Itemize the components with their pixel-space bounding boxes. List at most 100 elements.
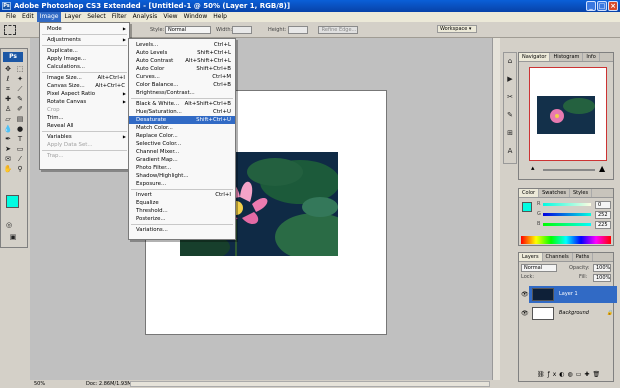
menu-item-variations[interactable]: Variations... [129, 226, 235, 234]
tab-styles[interactable]: Styles [570, 189, 593, 197]
history-brush-icon[interactable]: ✐ [15, 105, 25, 114]
eraser-tool-icon[interactable]: ▱ [3, 115, 13, 124]
zoom-level[interactable]: 50% [34, 380, 45, 388]
tab-histogram[interactable]: Histogram [550, 53, 584, 61]
menu-item-rotate-canvas[interactable]: Rotate Canvas ▶ [40, 98, 129, 106]
opacity-field[interactable]: 100% [593, 264, 611, 272]
menu-item-black-white[interactable]: Black & White... Alt+Shift+Ctrl+B [129, 100, 235, 108]
b-value[interactable]: 225 [595, 221, 611, 229]
menu-item-replace-color[interactable]: Replace Color... [129, 132, 235, 140]
clone-stamp-icon[interactable]: ♙ [3, 105, 13, 114]
width-field[interactable] [232, 26, 252, 34]
zoom-tool-icon[interactable]: ⚲ [15, 165, 25, 174]
menu-item-color-balance[interactable]: Color Balance... Ctrl+B [129, 81, 235, 89]
healing-brush-icon[interactable]: ✚ [3, 95, 13, 104]
foreground-color-swatch[interactable] [6, 195, 19, 208]
menu-select[interactable]: Select [84, 12, 109, 22]
height-field[interactable] [288, 26, 308, 34]
menu-help[interactable]: Help [210, 12, 230, 22]
visibility-eye-icon[interactable]: 👁 [521, 291, 529, 298]
dodge-tool-icon[interactable]: ● [15, 125, 25, 134]
workspace-button[interactable]: Workspace ▾ [437, 25, 477, 33]
menu-item-curves[interactable]: Curves... Ctrl+M [129, 73, 235, 81]
tab-color[interactable]: Color [519, 189, 540, 197]
zoom-slider[interactable] [543, 169, 595, 171]
menu-layer[interactable]: Layer [61, 12, 84, 22]
crop-tool-icon[interactable]: ⌗ [3, 85, 13, 94]
screen-mode-icon[interactable]: ▣ [8, 233, 18, 242]
marquee-tool-preset-icon[interactable] [4, 25, 16, 35]
menu-item-threshold[interactable]: Threshold... [129, 207, 235, 215]
menu-item-trim[interactable]: Trim... [40, 114, 129, 122]
menu-item-auto-contrast[interactable]: Auto Contrast Alt+Shift+Ctrl+L [129, 57, 235, 65]
style-select[interactable]: Normal [165, 26, 211, 34]
menu-item-reveal-all[interactable]: Reveal All [40, 122, 129, 130]
tab-channels[interactable]: Channels [543, 253, 573, 261]
move-tool-icon[interactable]: ✥ [3, 65, 13, 74]
brushes-panel-icon[interactable]: ✎ [505, 111, 515, 120]
brush-tool-icon[interactable]: ✎ [15, 95, 25, 104]
menu-item-exposure[interactable]: Exposure... [129, 180, 235, 188]
menu-item-levels[interactable]: Levels... Ctrl+L [129, 41, 235, 49]
menu-item-shadow-highlight[interactable]: Shadow/Highlight... [129, 172, 235, 180]
menu-item-equalize[interactable]: Equalize [129, 199, 235, 207]
menu-item-auto-levels[interactable]: Auto Levels Shift+Ctrl+L [129, 49, 235, 57]
quick-mask-icon[interactable]: ◎ [4, 221, 14, 230]
blend-mode-select[interactable]: Normal [521, 264, 557, 272]
slice-tool-icon[interactable]: ⟋ [15, 85, 25, 94]
menu-item-apply-image[interactable]: Apply Image... [40, 55, 129, 63]
magic-wand-tool-icon[interactable]: ✦ [15, 75, 25, 84]
tab-info[interactable]: Info [583, 53, 600, 61]
menu-view[interactable]: View [160, 12, 180, 22]
fill-field[interactable]: 100% [593, 274, 611, 282]
notes-tool-icon[interactable]: ✉ [3, 155, 13, 164]
menu-item-mode[interactable]: Mode ▶ [40, 25, 129, 33]
tab-navigator[interactable]: Navigator [519, 53, 551, 61]
menu-item-match-color[interactable]: Match Color... [129, 124, 235, 132]
menu-item-duplicate[interactable]: Duplicate... [40, 47, 129, 55]
actions-panel-icon[interactable]: ▶ [505, 75, 515, 84]
layer-row-background[interactable]: Background 🔒 [529, 305, 617, 322]
r-value[interactable]: 0 [595, 201, 611, 209]
maximize-button[interactable]: □ [597, 1, 607, 11]
pen-tool-icon[interactable]: ✒ [3, 135, 13, 144]
menu-item-calculations[interactable]: Calculations... [40, 63, 129, 71]
menu-item-adjustments[interactable]: Adjustments ▶ [40, 36, 129, 44]
tab-paths[interactable]: Paths [573, 253, 594, 261]
menu-window[interactable]: Window [181, 12, 211, 22]
color-spectrum-bar[interactable] [521, 236, 611, 244]
minimize-button[interactable]: _ [586, 1, 596, 11]
tool-presets-icon[interactable]: ✂ [505, 93, 515, 102]
g-slider[interactable] [543, 213, 591, 216]
menu-item-invert[interactable]: Invert Ctrl+I [129, 191, 235, 199]
refine-edge-button[interactable]: Refine Edge... [318, 26, 358, 34]
menu-item-posterize[interactable]: Posterize... [129, 215, 235, 223]
g-value[interactable]: 252 [595, 211, 611, 219]
menu-item-photo-filter[interactable]: Photo Filter... [129, 164, 235, 172]
vertical-scrollbar[interactable] [492, 38, 500, 380]
history-panel-icon[interactable]: ⌂ [505, 57, 515, 66]
menu-item-channel-mixer[interactable]: Channel Mixer... [129, 148, 235, 156]
menu-item-pixel-aspect-ratio[interactable]: Pixel Aspect Ratio ▶ [40, 90, 129, 98]
clone-source-icon[interactable]: ⊞ [505, 129, 515, 138]
character-panel-icon[interactable]: A [505, 147, 515, 156]
tab-layers[interactable]: Layers [519, 253, 543, 261]
b-slider[interactable] [543, 223, 591, 226]
menu-filter[interactable]: Filter [109, 12, 130, 22]
visibility-eye-icon[interactable]: 👁 [521, 310, 529, 317]
shape-tool-icon[interactable]: ▭ [15, 145, 25, 154]
gradient-tool-icon[interactable]: ▤ [15, 115, 25, 124]
menu-item-desaturate[interactable]: Desaturate Shift+Ctrl+U [129, 116, 235, 124]
menu-item-auto-color[interactable]: Auto Color Shift+Ctrl+B [129, 65, 235, 73]
type-tool-icon[interactable]: T [15, 135, 25, 144]
tab-swatches[interactable]: Swatches [539, 189, 570, 197]
lasso-tool-icon[interactable]: ℓ [3, 75, 13, 84]
zoom-in-icon[interactable]: ▲ [599, 164, 605, 173]
hand-tool-icon[interactable]: ✋ [3, 165, 13, 174]
menu-item-gradient-map[interactable]: Gradient Map... [129, 156, 235, 164]
horizontal-scrollbar[interactable] [130, 381, 490, 387]
r-slider[interactable] [543, 203, 591, 206]
close-button[interactable]: × [608, 1, 618, 11]
menu-edit[interactable]: Edit [19, 12, 37, 22]
menu-analysis[interactable]: Analysis [130, 12, 161, 22]
